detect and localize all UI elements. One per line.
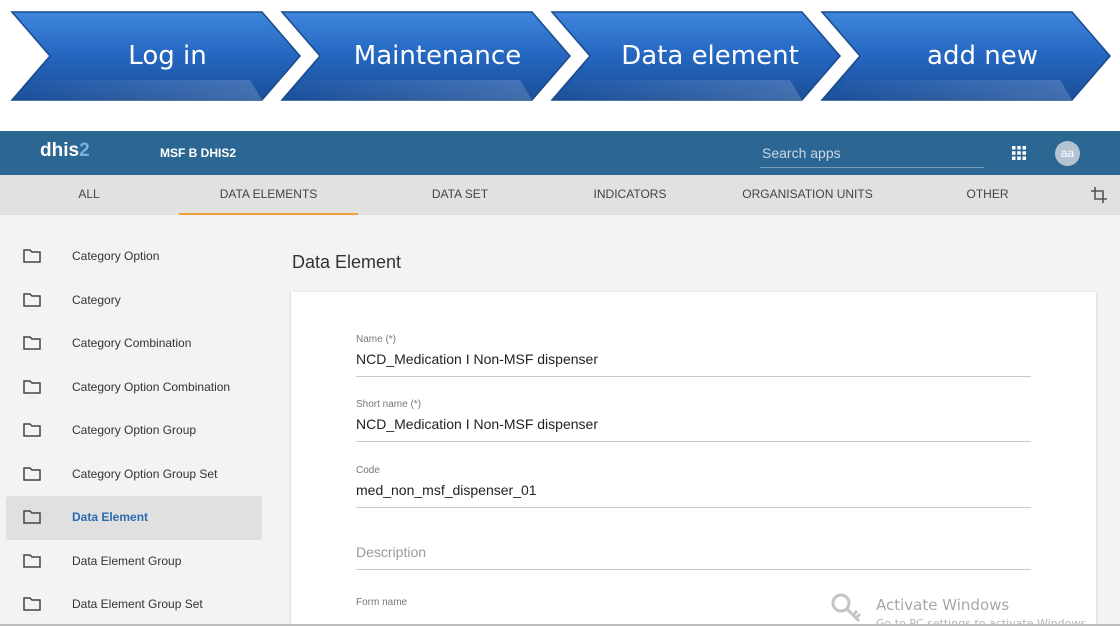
sidebar-item-category-option-group-set[interactable]: Category Option Group Set	[6, 453, 262, 497]
page-title: Data Element	[292, 252, 402, 272]
screen: Log in Maintenance Data element add new …	[0, 0, 1120, 626]
name-label: Name (*)	[356, 334, 397, 345]
watermark-title: Activate Windows	[876, 596, 1010, 614]
crop-icon[interactable]	[1090, 186, 1108, 204]
step-label-add-new: add new	[927, 41, 1038, 71]
sidebar-item-label: Category Combination	[72, 336, 192, 350]
sidebar-item-data-element[interactable]: Data Element	[6, 496, 262, 540]
key-icon	[831, 593, 862, 623]
tab-data-elements[interactable]: DATA ELEMENTS	[179, 175, 358, 215]
sidebar-item-category[interactable]: Category	[6, 279, 262, 323]
tab-indicators[interactable]: INDICATORS	[570, 175, 690, 215]
description-input[interactable]: Description	[356, 544, 1031, 570]
name-input[interactable]: NCD_Medication I Non-MSF dispenser	[356, 351, 1031, 377]
step-label-maintenance: Maintenance	[353, 41, 522, 71]
folder-icon	[23, 597, 41, 611]
activate-windows-watermark: Activate Windows Go to PC settings to ac…	[830, 590, 1120, 626]
tab-other[interactable]: OTHER	[945, 175, 1030, 215]
sidebar-item-category-option[interactable]: Category Option	[6, 235, 262, 279]
sidebar-item-label: Category	[72, 293, 121, 307]
section-tabs: ALL DATA ELEMENTS DATA SET INDICATORS OR…	[0, 175, 1120, 215]
sidebar-item-label: Category Option Group Set	[72, 467, 218, 481]
folder-icon	[23, 249, 41, 263]
search-apps-input[interactable]: Search apps	[760, 140, 984, 168]
tab-data-set[interactable]: DATA SET	[400, 175, 520, 215]
sidebar-item-label: Data Element Group Set	[72, 597, 203, 611]
folder-icon	[23, 293, 41, 307]
code-label: Code	[356, 465, 380, 476]
short-name-label: Short name (*)	[356, 399, 422, 410]
logo-accent: 2	[79, 140, 90, 161]
sidebar-item-label: Category Option	[72, 249, 160, 263]
user-avatar[interactable]: aa	[1055, 141, 1080, 166]
short-name-input[interactable]: NCD_Medication I Non-MSF dispenser	[356, 416, 1031, 442]
main-content: Data Element Name (*) NCD_Medication I N…	[270, 215, 1120, 626]
form-card: Name (*) NCD_Medication I Non-MSF dispen…	[291, 292, 1096, 626]
sidebar-item-category-option-group[interactable]: Category Option Group	[6, 409, 262, 453]
sidebar-item-label: Category Option Group	[72, 423, 197, 437]
sidebar-item-label: Category Option Combination	[72, 380, 231, 394]
folder-icon	[23, 423, 41, 437]
folder-icon	[23, 336, 41, 350]
step-label-data-element: Data element	[621, 41, 799, 71]
sidebar-item-category-combination[interactable]: Category Combination	[6, 322, 262, 366]
folder-icon	[23, 510, 41, 524]
tab-organisation-units[interactable]: ORGANISATION UNITS	[720, 175, 895, 215]
sidebar-item-label: Data Element	[72, 510, 149, 524]
dhis2-logo[interactable]: dhis2	[40, 140, 90, 162]
code-field[interactable]: Code med_non_msf_dispenser_01	[356, 465, 1031, 508]
tab-all[interactable]: ALL	[55, 175, 123, 215]
folder-icon	[23, 380, 41, 394]
app-header: dhis2 MSF B DHIS2 Search apps aa	[0, 131, 1120, 175]
logo-text: dhis	[40, 140, 80, 161]
folder-icon	[23, 467, 41, 481]
step-banner: Log in Maintenance Data element add new	[0, 0, 1120, 120]
sidebar: Category Option Category Category Combin…	[0, 215, 270, 626]
step-label-login: Log in	[128, 41, 207, 71]
apps-grid-icon[interactable]	[1010, 144, 1028, 162]
instance-name: MSF B DHIS2	[160, 146, 237, 160]
sidebar-item-data-element-group-set[interactable]: Data Element Group Set	[6, 583, 262, 626]
code-input[interactable]: med_non_msf_dispenser_01	[356, 482, 1031, 508]
sidebar-item-label: Data Element Group	[72, 554, 182, 568]
name-field[interactable]: Name (*) NCD_Medication I Non-MSF dispen…	[356, 334, 1031, 377]
sidebar-item-category-option-combination[interactable]: Category Option Combination	[6, 366, 262, 410]
description-field[interactable]: Description	[356, 538, 1031, 570]
folder-icon	[23, 554, 41, 568]
short-name-field[interactable]: Short name (*) NCD_Medication I Non-MSF …	[356, 399, 1031, 442]
sidebar-item-data-element-group[interactable]: Data Element Group	[6, 540, 262, 584]
